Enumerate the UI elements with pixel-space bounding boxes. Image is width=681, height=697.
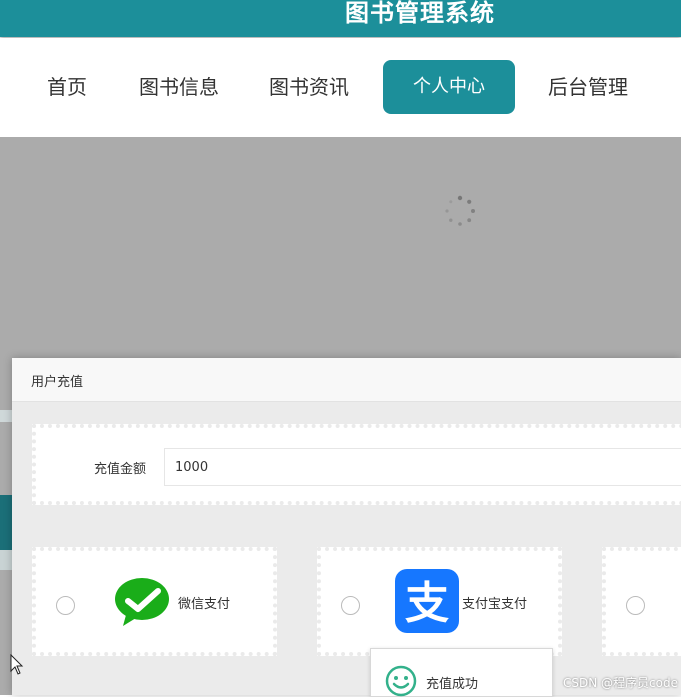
nav-item-personal-center[interactable]: 个人中心 [383,60,515,114]
amount-input[interactable] [164,448,681,486]
watermark-text: CSDN @程序员code [563,676,678,690]
dialog-title: 用户充值 [31,375,84,390]
background-page-strip [0,410,12,610]
payment-option-alipay[interactable]: 支 支付宝支付 [317,547,562,656]
alipay-radio[interactable] [341,596,360,615]
toast-message: 充值成功 [426,677,479,692]
payment-option-wechat[interactable]: 微信支付 [32,547,277,656]
third-option-radio[interactable] [626,596,645,615]
recharge-dialog: 用户充值 充值金额 微信支付 支 支付宝支付 [12,358,681,695]
alipay-icon: 支 [395,569,459,633]
amount-form-row: 充值金额 [32,424,681,505]
amount-label: 充值金额 [94,462,147,477]
nav-item-book-news[interactable]: 图书资讯 [263,60,355,114]
site-title: 图书管理系统 [345,0,495,27]
success-toast: 充值成功 [370,648,553,697]
smile-icon [385,665,417,697]
top-header-bar: 图书管理系统 [0,0,681,37]
dialog-header[interactable]: 用户充值 [12,358,681,402]
nav-item-book-info[interactable]: 图书信息 [133,60,225,114]
wechat-pay-label: 微信支付 [178,597,231,612]
alipay-label: 支付宝支付 [462,597,528,612]
loading-spinner-icon [445,195,475,226]
payment-option-third[interactable] [602,547,681,656]
mouse-cursor-icon [10,654,24,675]
nav-item-admin[interactable]: 后台管理 [542,60,634,114]
main-navigation: 首页 图书信息 图书资讯 个人中心 后台管理 [0,38,681,136]
wechat-pay-icon [115,578,169,626]
nav-item-home[interactable]: 首页 [38,60,96,114]
dialog-body: 充值金额 微信支付 支 支付宝支付 [12,402,681,695]
wechat-radio[interactable] [56,596,75,615]
svg-text:支: 支 [405,578,449,629]
